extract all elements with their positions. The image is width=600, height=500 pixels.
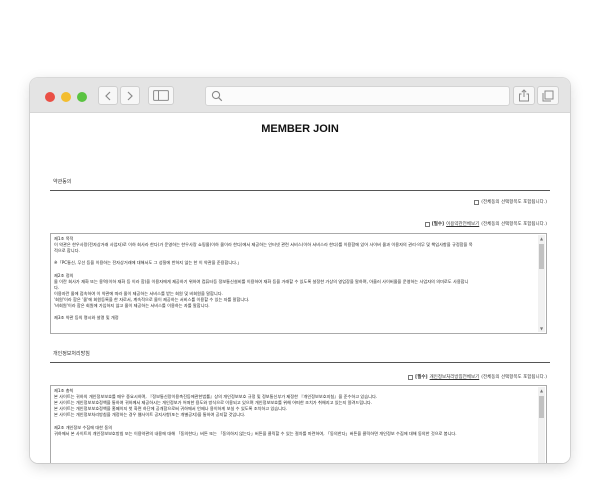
terms-view-all-link[interactable]: 이용약관전체보기: [446, 221, 479, 227]
agree-all-checkbox[interactable]: [474, 199, 480, 205]
terms-agree-row: [필수] 이용약관전체보기 (전체동의 선택항목도 포함됩니다.): [424, 221, 547, 227]
terms-scrollbar[interactable]: ▲ ▼: [538, 235, 545, 332]
privacy-agree-checkbox[interactable]: [408, 374, 414, 380]
close-window-button[interactable]: [45, 92, 55, 102]
text-line: 이 약관은 한우사랑(전자상거래 사업자)로 이하 회사라 한다)가 운영하는 …: [54, 242, 473, 248]
search-icon: [211, 90, 223, 102]
scroll-up-icon[interactable]: ▲: [539, 236, 544, 241]
privacy-required-tag: [필수]: [415, 375, 428, 380]
terms-required-tag: [필수]: [431, 222, 445, 227]
tabs-button[interactable]: [537, 86, 559, 105]
text-line: 귀하께서 본 사이트의 개인정보보호방침 또는 이용약관의 내용에 대해 「동의…: [54, 430, 457, 436]
address-bar[interactable]: [205, 86, 510, 106]
agree-all-text: (전체동의 선택항목도 포함됩니다.): [481, 200, 547, 205]
page-title: MEMBER JOIN: [261, 123, 339, 135]
chevron-right-icon: [127, 91, 133, 100]
maximize-window-button[interactable]: [77, 92, 87, 102]
share-button[interactable]: [513, 86, 535, 105]
privacy-scroll-thumb[interactable]: [539, 396, 544, 418]
page-content: MEMBER JOIN 약관동의 (전체동의 선택항목도 포함됩니다.) [필수…: [30, 114, 570, 463]
terms-content: 제1조 목적 이 약관은 한우사랑(전자상거래 사업자)로 이하 회사라 한다)가…: [54, 236, 536, 321]
privacy-content: 제1조 총칙 본 사이트는 귀하의 개인정보보호를 매우 중요시하며, 『정보통신…: [54, 388, 536, 437]
chevron-left-icon: [105, 91, 111, 100]
privacy-view-all-link[interactable]: 개인정보처리방침전체보기: [430, 374, 480, 380]
back-button[interactable]: [98, 86, 118, 105]
terms-agree-text: (전체동의 선택항목도 포함됩니다.): [481, 222, 547, 227]
privacy-divider: [50, 362, 550, 363]
agree-all-row: (전체동의 선택항목도 포함됩니다.): [474, 199, 547, 205]
share-icon: [519, 89, 529, 102]
text-line: 몰 이란 회사가 재화 또는 용역(이하 재화 등 이라 함)을 이용자에게 제…: [54, 278, 469, 284]
privacy-scrollbar[interactable]: ▲: [538, 387, 545, 463]
browser-window: MEMBER JOIN 약관동의 (전체동의 선택항목도 포함됩니다.) [필수…: [30, 78, 570, 463]
forward-button[interactable]: [120, 86, 140, 105]
minimize-window-button[interactable]: [61, 92, 71, 102]
scroll-up-icon[interactable]: ▲: [539, 388, 544, 393]
terms-textbox[interactable]: 제1조 목적 이 약관은 한우사랑(전자상거래 사업자)로 이하 회사라 한다)가…: [50, 233, 547, 334]
privacy-agree-row: [필수] 개인정보처리방침전체보기 (전체동의 선택항목도 포함됩니다.): [408, 374, 547, 380]
terms-scroll-thumb[interactable]: [539, 244, 544, 269]
sidebar-button[interactable]: [148, 86, 174, 105]
privacy-textbox[interactable]: 제1조 총칙 본 사이트는 귀하의 개인정보보호를 매우 중요시하며, 『정보통신…: [50, 385, 547, 463]
agreement-section-label: 약관동의: [53, 179, 72, 185]
agreement-divider: [50, 190, 550, 191]
privacy-agree-text: (전체동의 선택항목도 포함됩니다.): [481, 375, 547, 380]
text-line: 제3조 약관 등의 명시와 설명 및 개정: [54, 315, 119, 321]
privacy-section-label: 개인정보처리방침: [53, 351, 90, 357]
tabs-icon: [542, 90, 554, 101]
scroll-down-icon[interactable]: ▼: [539, 326, 544, 331]
sidebar-icon: [153, 90, 169, 101]
browser-toolbar: [30, 78, 570, 113]
terms-agree-checkbox[interactable]: [424, 221, 430, 227]
